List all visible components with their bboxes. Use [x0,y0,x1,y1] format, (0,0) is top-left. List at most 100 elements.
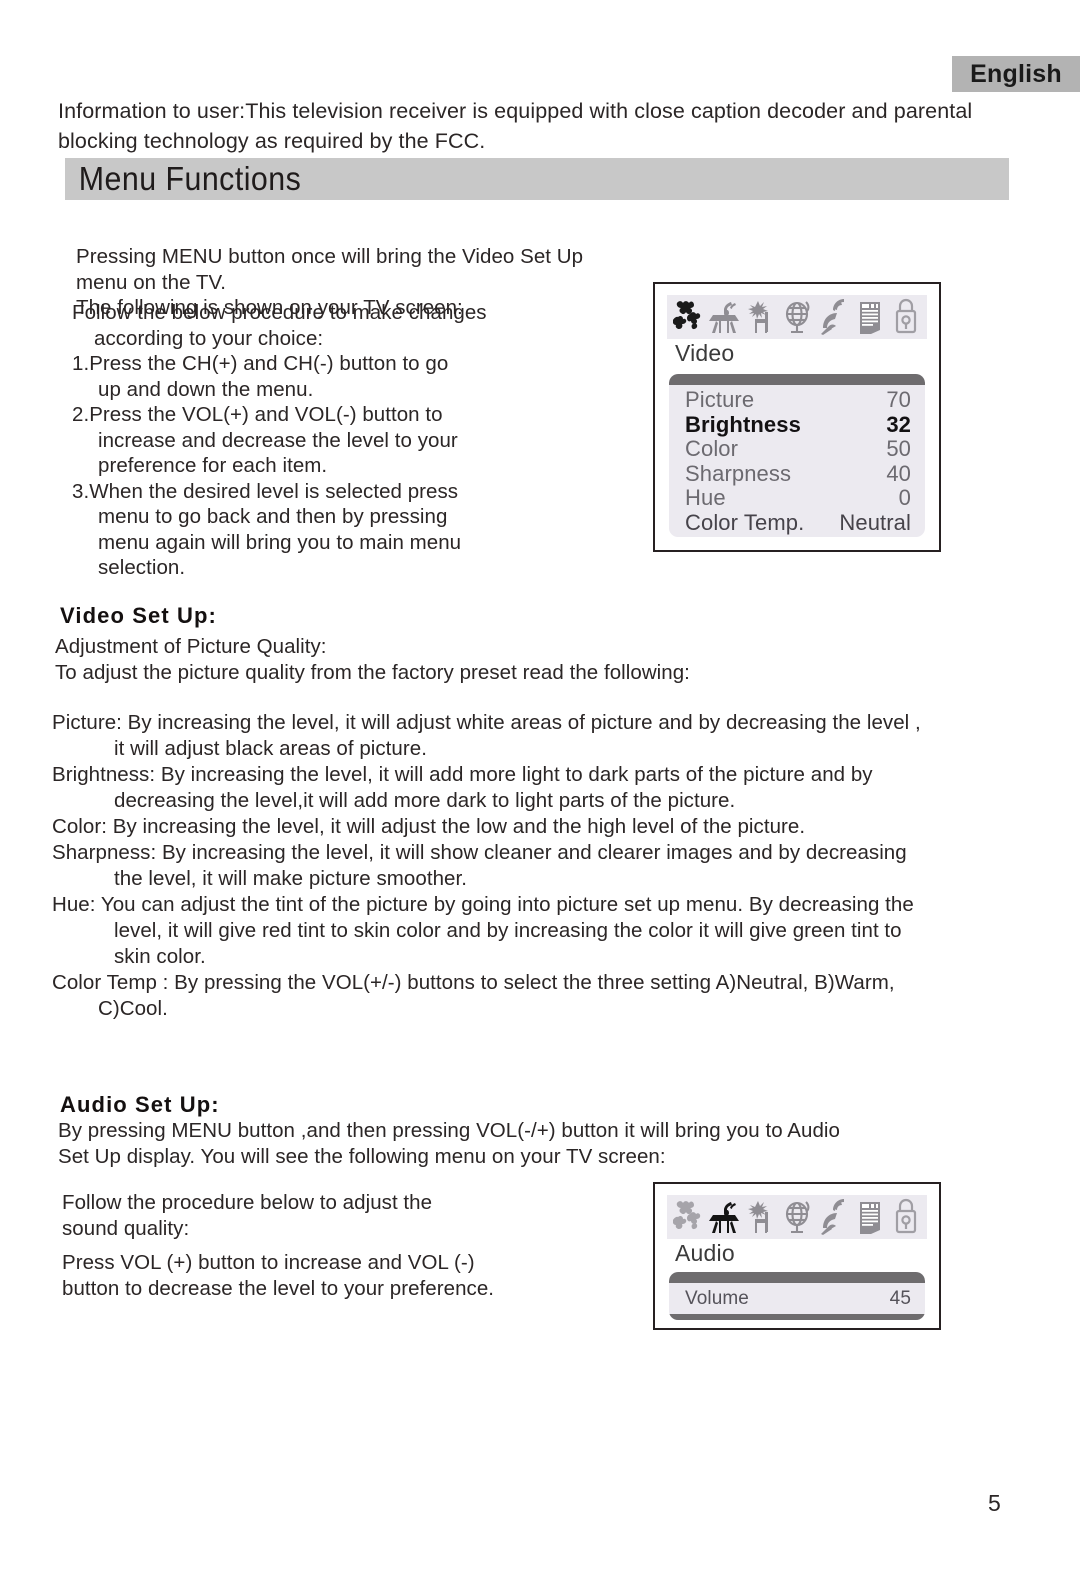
audio-procedure-line-3: Press VOL (+) button to increase and VOL… [62,1251,475,1274]
osd-row[interactable]: Picture 70 [685,387,911,413]
audio-setup-subtext-line-1: By pressing MENU button ,and then pressi… [58,1119,840,1142]
step-continuation: menu again will bring you to main menu [98,530,462,554]
definition-continuation: it will adjust black areas of picture. [114,737,427,760]
audio-procedure-line-1: Follow the procedure below to adjust the [62,1191,433,1214]
audio-icon [709,1202,740,1233]
definition-continuation: C)Cool. [98,997,168,1020]
step-item: 3.When the desired level is selected pre… [72,479,632,581]
step-continuation: increase and decrease the level to your [98,428,458,452]
video-setting-definitions: Picture: By increasing the level, it wil… [52,710,1058,1022]
page-title: Menu Functions [78,160,302,197]
definition-text: Color: By increasing the level, it will … [52,815,806,838]
osd-icon-bar [667,1195,927,1239]
audio-icon [709,302,740,333]
satellite-icon [821,299,845,335]
language-tab-label: English [970,59,1062,88]
definition-continuation: decreasing the level,it will add more da… [114,789,736,812]
definition-hue: Hue: You can adjust the tint of the pict… [52,892,1058,970]
definition-text: Picture: By increasing the level, it wil… [52,711,921,734]
definition-sharpness: Sharpness: By increasing the level, it w… [52,840,1058,892]
video-setup-heading: Video Set Up: [60,603,217,628]
osd-row-selected[interactable]: Brightness 32 [685,411,911,438]
osd-row-value: 32 [886,411,911,437]
definition-text: Hue: You can adjust the tint of the pict… [52,893,914,916]
osd-row-label: Color Temp. [685,509,805,535]
step-text: 2.Press the VOL(+) and VOL(-) button to [72,403,443,426]
osd-menu-label: Video [675,340,735,366]
osd-panel-bottom-bar [669,1314,925,1320]
menu-intro-line-1: Pressing MENU button once will bring the… [76,245,584,294]
audio-setup-subtext-line-2: Set Up display. You will see the followi… [58,1145,666,1168]
osd-panel-top-bar [669,374,925,385]
setup-icon [747,1201,768,1233]
globe-icon [785,301,810,334]
osd-row-value: 45 [889,1288,911,1309]
definition-text: Sharpness: By increasing the level, it w… [52,841,907,864]
definition-continuation: skin color. [114,945,206,968]
osd-row[interactable]: Sharpness 40 [685,460,911,487]
lock-icon [895,298,917,334]
step-continuation: up and down the menu. [98,377,314,401]
step-item: 2.Press the VOL(+) and VOL(-) button to … [72,402,632,479]
osd-row-label: Sharpness [685,460,792,486]
osd-row-list: Volume 45 [669,1283,925,1314]
information-to-user-notice: Information to user:This television rece… [58,99,973,153]
language-tab: English [952,56,1080,92]
definition-continuation: the level, it will make picture smoother… [114,867,467,890]
osd-row[interactable]: Hue 0 [685,485,911,511]
osd-row-value: 70 [886,387,911,412]
osd-settings-panel: Picture 70 Brightness 32 Color 50 Sharpn… [669,374,925,537]
page-number: 5 [988,1490,1001,1516]
procedure-intro-line-1: Follow the below procedure to make chang… [72,301,487,324]
definition-brightness: Brightness: By increasing the level, it … [52,762,1058,814]
osd-row[interactable]: Volume 45 [685,1286,911,1312]
audio-setup-heading: Audio Set Up: [60,1092,220,1117]
procedure-intro-line-2: according to your choice: [94,326,324,350]
osd-row-list: Picture 70 Brightness 32 Color 50 Sharpn… [669,385,925,537]
picture-icon [673,1201,701,1230]
osd-row-label: Color [685,436,739,461]
video-setup-subtext-line-1: Adjustment of Picture Quality: [55,635,327,658]
osd-row-label: Volume [685,1288,749,1309]
satellite-icon [821,1199,845,1235]
channel-list-icon [859,1202,880,1234]
step-item: 1.Press the CH(+) and CH(-) button to go… [72,351,632,402]
step-text: 3.When the desired level is selected pre… [72,479,459,503]
setup-icon [747,301,768,333]
video-setup-subtext-line-2: To adjust the picture quality from the f… [55,661,690,684]
channel-list-icon [859,302,880,334]
osd-icon-bar [667,295,927,339]
osd-row-value: Neutral [839,509,911,535]
definition-continuation: level, it will give red tint to skin col… [114,919,902,942]
video-setup-subtext: Adjustment of Picture Quality: To adjust… [55,634,855,686]
procedure-steps: Follow the below procedure to make chang… [72,300,632,581]
video-osd-screenshot: Video Picture 70 Brightness 32 Color 50 … [653,282,941,552]
osd-settings-panel: Volume 45 [669,1272,925,1320]
definition-color: Color: By increasing the level, it will … [52,814,1058,840]
step-continuation: menu to go back and then by pressing [98,505,448,528]
osd-row[interactable]: Color Temp. Neutral [685,509,911,536]
osd-row[interactable]: Color 50 [685,436,911,462]
step-continuation: selection. [98,556,186,579]
definition-picture: Picture: By increasing the level, it wil… [52,710,1058,762]
audio-procedure-line-4: button to decrease the level to your pre… [62,1277,495,1300]
audio-procedure-text: Follow the procedure below to adjust the… [62,1190,622,1302]
osd-row-value: 0 [898,485,911,510]
audio-procedure-line-2: sound quality: [62,1217,190,1240]
lock-icon [895,1198,917,1234]
osd-row-label: Picture [685,387,755,412]
definition-text: Brightness: By increasing the level, it … [52,763,873,786]
section-banner: Menu Functions [65,158,1009,200]
osd-panel-top-bar [669,1272,925,1283]
osd-row-value: 40 [886,460,911,486]
osd-row-value: 50 [886,436,911,461]
osd-menu-label: Audio [675,1240,735,1266]
osd-row-label: Brightness [685,411,801,437]
picture-icon [673,301,701,330]
audio-setup-subtext: By pressing MENU button ,and then pressi… [58,1118,958,1170]
osd-row-label: Hue [685,485,726,510]
definition-text: Color Temp : By pressing the VOL(+/-) bu… [52,971,895,994]
audio-osd-screenshot: Audio Volume 45 [653,1182,941,1330]
globe-icon [785,1201,810,1234]
definition-color-temp: Color Temp : By pressing the VOL(+/-) bu… [52,970,1058,1022]
